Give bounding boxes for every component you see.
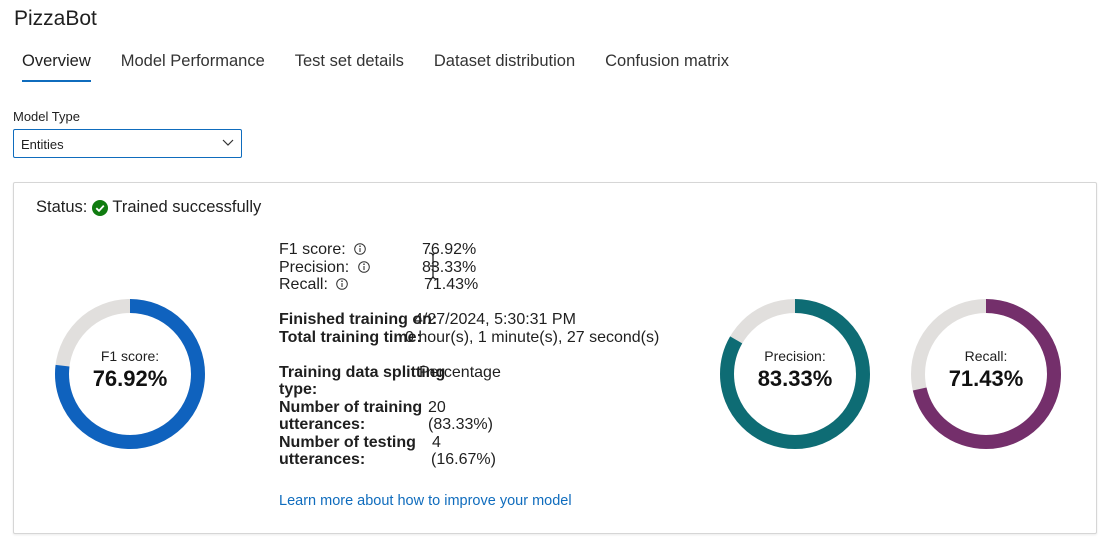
testing-utterances-label-cont: utterances: — [279, 451, 366, 468]
improve-model-link[interactable]: Learn more about how to improve your mod… — [279, 493, 572, 509]
testing-utterances-label: Number of testing — [279, 434, 416, 451]
total-training-time-value: 0 hour(s), 1 minute(s), 27 second(s) — [405, 329, 660, 346]
training-status: Status: Trained successfully — [36, 198, 261, 217]
tab-test-set-details[interactable]: Test set details — [287, 52, 412, 84]
training-utterances-label: Number of training — [279, 399, 423, 416]
testing-utterances-percent: (16.67%) — [431, 451, 496, 468]
f1-score-row: F1 score: — [279, 241, 366, 259]
training-utterances-percent: (83.33%) — [428, 416, 493, 433]
recall-donut: Recall: 71.43% — [908, 296, 1064, 452]
tab-overview[interactable]: Overview — [14, 52, 99, 84]
model-type-dropdown[interactable]: Entities — [13, 129, 242, 158]
f1-score-donut-label: F1 score: — [100, 348, 160, 364]
precision-label: Precision: — [279, 259, 350, 276]
text-cursor-icon — [428, 252, 438, 280]
recall-label: Recall: — [279, 276, 328, 293]
info-icon[interactable] — [336, 278, 349, 290]
training-utterances-value: 20 — [428, 399, 446, 416]
training-status-card: Status: Trained successfully F1 score: 7… — [13, 182, 1097, 534]
model-type-label: Model Type — [13, 109, 80, 124]
total-training-time-label: Total training time: — [279, 329, 422, 346]
split-type-label-cont: type: — [279, 381, 318, 398]
testing-utterances-value: 4 — [432, 434, 441, 451]
precision-donut-value: 83.33% — [757, 366, 833, 391]
precision-donut: Precision: 83.33% — [717, 296, 873, 452]
precision-donut-label: Precision: — [764, 348, 826, 364]
tab-dataset-distribution[interactable]: Dataset distribution — [426, 52, 583, 84]
training-utterances-label-cont: utterances: — [279, 416, 366, 433]
check-circle-icon — [92, 199, 109, 216]
recall-donut-value: 71.43% — [948, 366, 1024, 391]
info-icon[interactable] — [354, 243, 366, 255]
f1-score-label: F1 score: — [279, 241, 346, 258]
f1-score-donut: F1 score: 76.92% — [52, 296, 208, 452]
info-icon[interactable] — [357, 261, 370, 273]
finished-training-value: 4/27/2024, 5:30:31 PM — [414, 311, 576, 328]
chevron-down-icon — [222, 139, 234, 146]
recall-row: Recall: — [279, 276, 349, 294]
app-title: PizzaBot — [14, 7, 97, 30]
tab-confusion-matrix[interactable]: Confusion matrix — [597, 52, 737, 84]
status-text: Trained successfully — [112, 198, 262, 216]
recall-donut-label: Recall: — [964, 348, 1008, 364]
tab-bar: Overview Model Performance Test set deta… — [14, 52, 751, 84]
split-type-value: Percentage — [419, 364, 501, 381]
f1-score-donut-value: 76.92% — [92, 366, 168, 391]
precision-row: Precision: — [279, 259, 370, 277]
model-type-selected-value: Entities — [21, 137, 64, 152]
tab-model-performance[interactable]: Model Performance — [113, 52, 273, 84]
status-prefix: Status: — [36, 198, 88, 216]
